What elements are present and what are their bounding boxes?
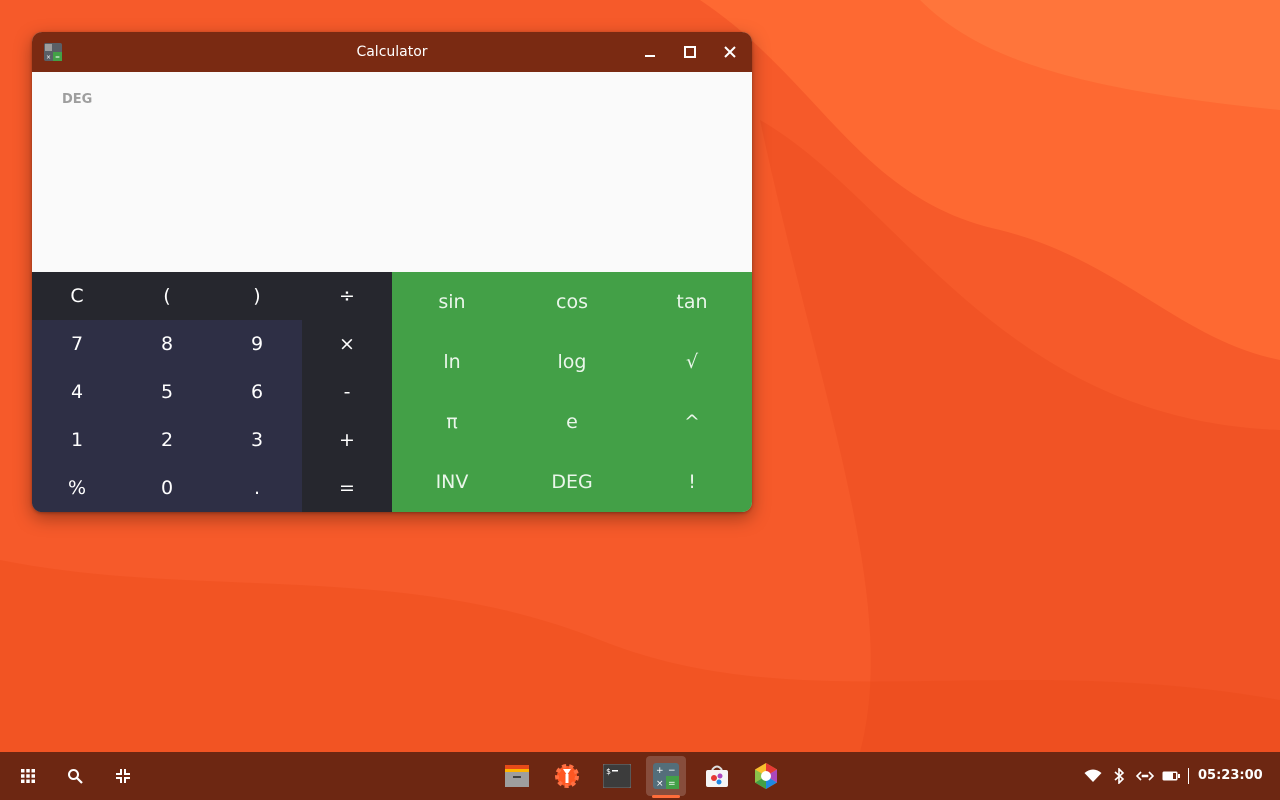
svg-text:+: + <box>656 766 664 776</box>
taskbar: $ + − × = 05:23:00 <box>0 752 1280 800</box>
wifi-icon <box>1084 769 1102 782</box>
inverse-button[interactable]: INV <box>392 452 512 512</box>
divide-button[interactable]: ÷ <box>302 272 392 320</box>
files-app-button[interactable] <box>497 756 537 796</box>
calculator-icon: + − × = <box>653 763 679 789</box>
battery-icon <box>1162 771 1180 781</box>
settings-app-button[interactable] <box>547 756 587 796</box>
maximize-icon <box>684 46 696 58</box>
factorial-button[interactable]: ! <box>632 452 752 512</box>
svg-text:×: × <box>656 779 664 789</box>
digit-5-button[interactable]: 5 <box>122 368 212 416</box>
digit-6-button[interactable]: 6 <box>212 368 302 416</box>
search-icon <box>68 769 83 784</box>
svg-text:$: $ <box>606 767 611 776</box>
sqrt-button[interactable]: √ <box>632 332 752 392</box>
digit-1-button[interactable]: 1 <box>32 416 122 464</box>
minimize-icon <box>645 55 655 57</box>
tray-divider <box>1188 768 1189 784</box>
minimize-button[interactable] <box>638 40 662 64</box>
close-icon <box>724 46 736 58</box>
app-grid-icon <box>21 769 35 783</box>
bluetooth-icon <box>1114 768 1125 784</box>
battery-status[interactable] <box>1161 766 1181 786</box>
pi-button[interactable]: π <box>392 392 512 452</box>
terminal-app-button[interactable]: $ <box>597 756 637 796</box>
decimal-point-button[interactable]: . <box>212 464 302 512</box>
workspaces-icon <box>116 769 130 783</box>
calculator-display[interactable]: DEG <box>32 72 752 272</box>
svg-text:−: − <box>668 766 676 776</box>
files-icon <box>505 765 529 787</box>
maximize-button[interactable] <box>678 40 702 64</box>
terminal-icon: $ <box>603 764 631 788</box>
multiply-button[interactable]: × <box>302 320 392 368</box>
subtract-button[interactable]: - <box>302 368 392 416</box>
browser-app-button[interactable] <box>746 756 786 796</box>
calculator-window: × = Calculator DEG C ( ) ÷ 7 8 9 × 4 5 6… <box>32 32 752 512</box>
digit-9-button[interactable]: 9 <box>212 320 302 368</box>
store-icon <box>706 765 728 787</box>
clock[interactable]: 05:23:00 <box>1198 752 1263 800</box>
digit-4-button[interactable]: 4 <box>32 368 122 416</box>
settings-icon <box>555 764 579 788</box>
digit-7-button[interactable]: 7 <box>32 320 122 368</box>
sin-button[interactable]: sin <box>392 272 512 332</box>
equals-button[interactable]: = <box>302 464 392 512</box>
tan-button[interactable]: tan <box>632 272 752 332</box>
network-arrows-icon <box>1136 771 1154 781</box>
log-button[interactable]: log <box>512 332 632 392</box>
launcher-button[interactable] <box>10 758 46 794</box>
basic-keypad: C ( ) ÷ 7 8 9 × 4 5 6 - 1 2 3 + % 0 . = <box>32 272 392 512</box>
calculator-app-button[interactable]: + − × = <box>646 756 686 798</box>
scientific-keypad: sin cos tan ln log √ π e ^ INV DEG ! <box>392 272 752 512</box>
angle-mode-indicator: DEG <box>62 92 93 107</box>
chromium-icon <box>755 763 777 789</box>
ln-button[interactable]: ln <box>392 332 512 392</box>
open-paren-button[interactable]: ( <box>122 272 212 320</box>
add-button[interactable]: + <box>302 416 392 464</box>
digit-2-button[interactable]: 2 <box>122 416 212 464</box>
network-status[interactable] <box>1135 766 1155 786</box>
search-button[interactable] <box>57 758 93 794</box>
overview-button[interactable] <box>105 758 141 794</box>
cos-button[interactable]: cos <box>512 272 632 332</box>
close-button[interactable] <box>718 40 742 64</box>
svg-text:=: = <box>668 779 676 789</box>
title-bar[interactable]: × = Calculator <box>32 32 752 72</box>
bluetooth-status[interactable] <box>1109 766 1129 786</box>
percent-button[interactable]: % <box>32 464 122 512</box>
close-paren-button[interactable]: ) <box>212 272 302 320</box>
digit-0-button[interactable]: 0 <box>122 464 212 512</box>
clear-button[interactable]: C <box>32 272 122 320</box>
deg-rad-toggle-button[interactable]: DEG <box>512 452 632 512</box>
digit-8-button[interactable]: 8 <box>122 320 212 368</box>
digit-3-button[interactable]: 3 <box>212 416 302 464</box>
keypad: C ( ) ÷ 7 8 9 × 4 5 6 - 1 2 3 + % 0 . = … <box>32 272 752 512</box>
store-app-button[interactable] <box>697 756 737 796</box>
euler-button[interactable]: e <box>512 392 632 452</box>
power-button[interactable]: ^ <box>632 392 752 452</box>
wifi-status[interactable] <box>1083 766 1103 786</box>
